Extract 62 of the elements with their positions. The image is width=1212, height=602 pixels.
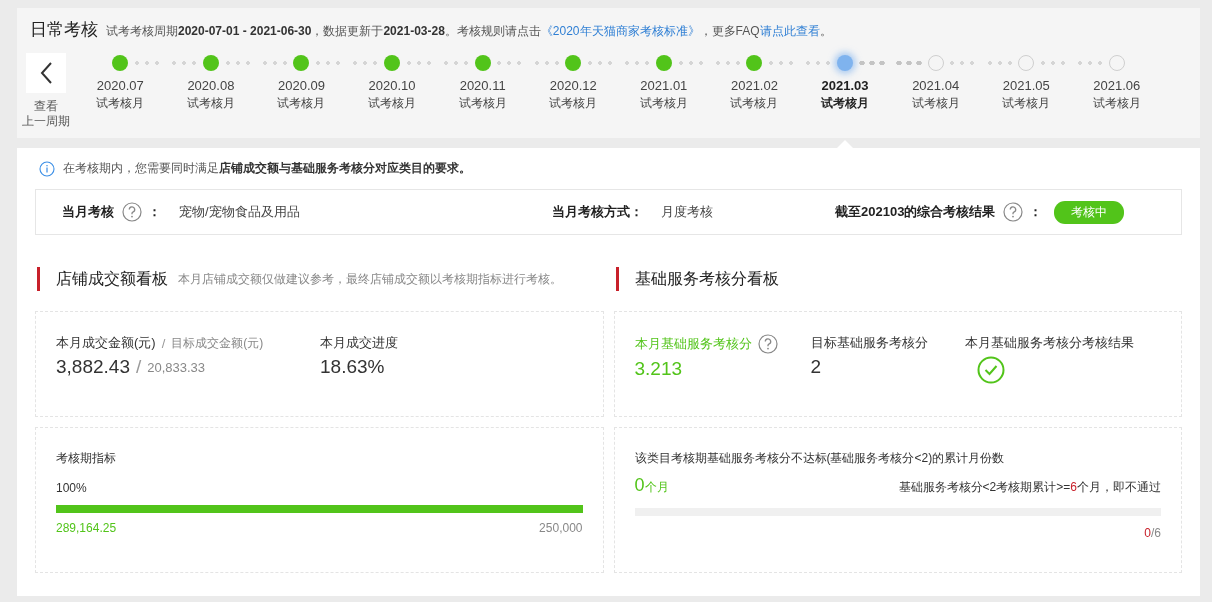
metric-label: 考核期指标 bbox=[56, 450, 117, 467]
percent-text: 100% bbox=[56, 481, 88, 495]
goal-value: 250,000 bbox=[539, 521, 583, 535]
status-badge: 考核中 bbox=[1054, 200, 1125, 224]
metric-label: 本月基础服务考核分 bbox=[634, 335, 752, 353]
summary-value: 宠物/宠物食品及用品 bbox=[179, 203, 300, 221]
metric-value: 2 bbox=[810, 356, 823, 378]
summary-value: 月度考核 bbox=[661, 203, 713, 221]
used-count: 0 bbox=[1144, 526, 1151, 540]
month-tab[interactable]: 2020.11 试考核月 bbox=[458, 77, 507, 112]
month-tab[interactable]: 2020.10 试考核月 bbox=[368, 77, 417, 112]
metric-label: 本月成交进度 bbox=[320, 334, 398, 352]
month-tab[interactable]: 2021.05 试考核月 bbox=[1002, 77, 1051, 112]
month-tab[interactable]: 2021.06 试考核月 bbox=[1092, 77, 1141, 112]
month-tab[interactable]: 2020.12 试考核月 bbox=[549, 77, 598, 112]
section-marker bbox=[37, 267, 40, 291]
help-icon bbox=[1003, 202, 1024, 222]
page-title: 日常考核 bbox=[30, 19, 98, 41]
target-label: 目标成交金额(元) bbox=[171, 334, 264, 352]
month-tab[interactable]: 2020.09 试考核月 bbox=[277, 77, 326, 112]
month-tab[interactable]: 2021.02 试考核月 bbox=[730, 77, 779, 112]
section-marker bbox=[615, 267, 619, 291]
section-title: 店铺成交额看板 bbox=[56, 268, 168, 289]
notice-text: 在考核期内，您需要同时满足店铺成交额与基础服务考核分对应类目的要求。 bbox=[63, 160, 471, 177]
summary-label: 当月考核方式： bbox=[552, 203, 643, 221]
month-count: 0个月 bbox=[634, 475, 669, 496]
metric-label: 目标基础服务考核分 bbox=[810, 334, 929, 352]
month-tab[interactable]: 2021.04 试考核月 bbox=[911, 77, 960, 112]
section-note: 本月店铺成交额仅做建议参考，最终店铺成交额以考核期指标进行考核。 bbox=[178, 270, 562, 288]
total-count: /6 bbox=[1151, 526, 1161, 540]
info-icon bbox=[39, 160, 55, 177]
target-value: 20,833.33 bbox=[147, 359, 206, 375]
month-tab[interactable]: 2021.01 试考核月 bbox=[639, 77, 688, 112]
rule-text: 基础服务考核分<2考核期累计>=6个月，即不通过 bbox=[898, 479, 1161, 496]
rule-link[interactable]: 《2020年天猫商家考核标准》 bbox=[540, 24, 700, 38]
colon-text: ： bbox=[148, 203, 161, 221]
colon-text: ： bbox=[1029, 203, 1043, 221]
previous-button[interactable] bbox=[26, 53, 66, 93]
summary-label: 当月考核 bbox=[62, 203, 114, 221]
previous-cycle-link[interactable]: 查看 上一周期 bbox=[22, 99, 70, 129]
month-tab[interactable]: 2021.03 试考核月 bbox=[821, 77, 870, 112]
step-dots bbox=[441, 61, 471, 65]
help-icon bbox=[122, 202, 142, 222]
step-dots bbox=[894, 61, 924, 65]
chevron-left-icon bbox=[39, 61, 53, 85]
month-tab[interactable]: 2020.07 试考核月 bbox=[96, 77, 145, 112]
separator-text: / bbox=[161, 335, 166, 351]
rule-link[interactable]: 请点此查看 bbox=[759, 24, 820, 38]
metric-value: 3.213 bbox=[634, 358, 684, 380]
month-tab[interactable]: 2020.08 试考核月 bbox=[186, 77, 235, 112]
header-description: 试考考核周期2020-07-01 - 2021-06-30，数据更新于2021-03-28。考核规则请点击《2020年天猫商家考核标准》，更多FAQ请点此查看。 bbox=[106, 23, 832, 40]
separator-text: / bbox=[135, 356, 142, 378]
metric-value: 18.63% bbox=[320, 356, 386, 378]
metric-label: 本月基础服务考核分考核结果 bbox=[964, 334, 1134, 352]
help-icon bbox=[757, 334, 778, 354]
summary-label: 截至202103的综合考核结果 bbox=[835, 203, 996, 221]
section-title: 基础服务考核分看板 bbox=[634, 268, 779, 289]
metric-label: 该类目考核期基础服务考核分不达标(基础服务考核分<2)的累计月份数 bbox=[634, 450, 1006, 467]
current-value: 289,164.25 bbox=[56, 521, 117, 535]
step-dots bbox=[856, 61, 887, 65]
metric-label: 本月成交金额(元) bbox=[56, 334, 156, 352]
metric-value: 3,882.43 bbox=[56, 356, 130, 378]
